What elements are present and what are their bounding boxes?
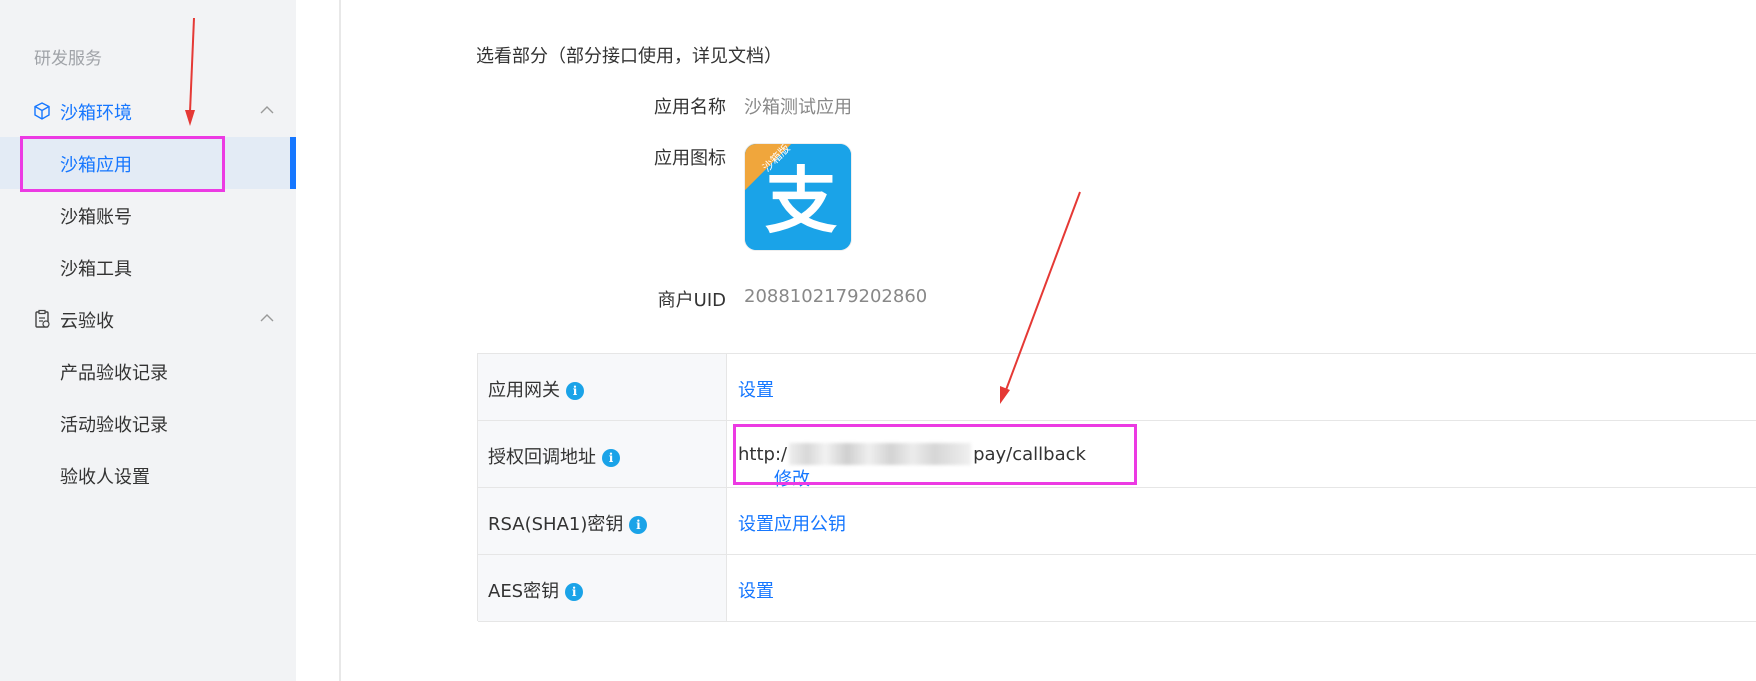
callback-url: http:/ pay/callback 修改: [738, 443, 1086, 490]
table-value-cell: 设置应用公钥: [728, 488, 1756, 554]
config-table: 应用网关 i 设置 授权回调地址 i http:/ pay/callback 修改: [477, 353, 1756, 622]
sidebar-item-label: 沙箱账号: [60, 207, 132, 228]
merchant-uid-row: 商户UID 2088102179202860: [342, 286, 1242, 312]
info-icon[interactable]: i: [565, 583, 584, 601]
table-label-cell: 授权回调地址 i: [478, 421, 727, 487]
callback-label: 授权回调地址 i: [488, 443, 620, 469]
table-value-cell: http:/ pay/callback 修改: [728, 421, 1756, 490]
sidebar-group-sandbox[interactable]: 沙箱环境: [0, 85, 296, 137]
chevron-up-icon[interactable]: [258, 101, 276, 119]
info-icon[interactable]: i: [602, 449, 620, 467]
info-icon[interactable]: i: [629, 516, 648, 534]
table-value-cell: 设置: [728, 555, 1756, 621]
app-name-value: 沙箱测试应用: [744, 97, 852, 118]
sidebar-group-label: 沙箱环境: [60, 103, 132, 124]
sidebar-item-sandbox-account[interactable]: 沙箱账号: [0, 189, 296, 241]
sidebar-group-cloud-acceptance[interactable]: 云验收: [0, 293, 296, 345]
info-icon[interactable]: i: [566, 382, 584, 400]
sidebar: 研发服务 沙箱环境 沙箱应用 沙箱账号 沙箱工具 云验收 产品验收记录 活动验收…: [0, 0, 296, 681]
callback-url-prefix: http:/: [738, 443, 788, 465]
chevron-up-icon[interactable]: [258, 309, 276, 327]
rsa-label: RSA(SHA1)密钥 i: [488, 510, 648, 536]
sidebar-item-acceptor-settings[interactable]: 验收人设置: [0, 449, 296, 501]
table-row-rsa: RSA(SHA1)密钥 i 设置应用公钥: [478, 488, 1756, 555]
clipboard-icon: [35, 309, 50, 328]
app-icon: 支 沙箱版: [744, 143, 852, 251]
sidebar-group-label: 云验收: [60, 311, 114, 332]
table-row-aes: AES密钥 i 设置: [478, 555, 1756, 622]
page: 研发服务 沙箱环境 沙箱应用 沙箱账号 沙箱工具 云验收 产品验收记录 活动验收…: [0, 0, 1756, 681]
callback-url-suffix: pay/callback: [973, 443, 1086, 465]
sidebar-item-sandbox-app[interactable]: 沙箱应用: [0, 137, 296, 189]
sidebar-item-label: 验收人设置: [60, 467, 150, 488]
app-icon-label: 应用图标: [654, 148, 726, 169]
active-indicator: [290, 137, 296, 189]
app-icon-glyph: 支: [765, 159, 837, 243]
optional-section-title: 选看部分（部分接口使用，详见文档）: [476, 46, 782, 67]
sidebar-item-label: 沙箱应用: [60, 155, 132, 176]
redacted-url-segment: [789, 443, 972, 465]
sidebar-item-label: 沙箱工具: [60, 259, 132, 280]
sidebar-item-sandbox-tools[interactable]: 沙箱工具: [0, 241, 296, 293]
table-row-gateway: 应用网关 i 设置: [478, 354, 1756, 421]
sidebar-item-activity-acceptance[interactable]: 活动验收记录: [0, 397, 296, 449]
table-row-callback: 授权回调地址 i http:/ pay/callback 修改: [478, 421, 1756, 490]
sidebar-item-label: 活动验收记录: [60, 415, 168, 436]
merchant-uid-label: 商户UID: [657, 290, 726, 311]
table-value-cell: 设置: [728, 354, 1756, 420]
gateway-label: 应用网关 i: [488, 376, 584, 402]
sidebar-item-product-acceptance[interactable]: 产品验收记录: [0, 345, 296, 397]
app-name-label: 应用名称: [654, 97, 726, 118]
table-label-cell: 应用网关 i: [478, 354, 727, 420]
sidebar-item-label: 产品验收记录: [60, 363, 168, 384]
cube-icon: [34, 102, 50, 120]
table-label-cell: RSA(SHA1)密钥 i: [478, 488, 727, 554]
app-name-row: 应用名称 沙箱测试应用: [342, 93, 1242, 119]
aes-set-link[interactable]: 设置: [738, 577, 774, 603]
rsa-set-public-key-link[interactable]: 设置应用公钥: [738, 510, 846, 536]
sidebar-section-title: 研发服务: [34, 49, 102, 69]
sidebar-divider: [339, 0, 341, 681]
alipay-logo-icon: 支 沙箱版: [745, 144, 851, 250]
aes-label: AES密钥 i: [488, 577, 584, 603]
table-label-cell: AES密钥 i: [478, 555, 727, 621]
merchant-uid-value: 2088102179202860: [744, 286, 928, 307]
gateway-set-link[interactable]: 设置: [738, 376, 774, 402]
main-content: 选看部分（部分接口使用，详见文档） 应用名称 沙箱测试应用 应用图标 支 沙箱版…: [342, 0, 1756, 681]
